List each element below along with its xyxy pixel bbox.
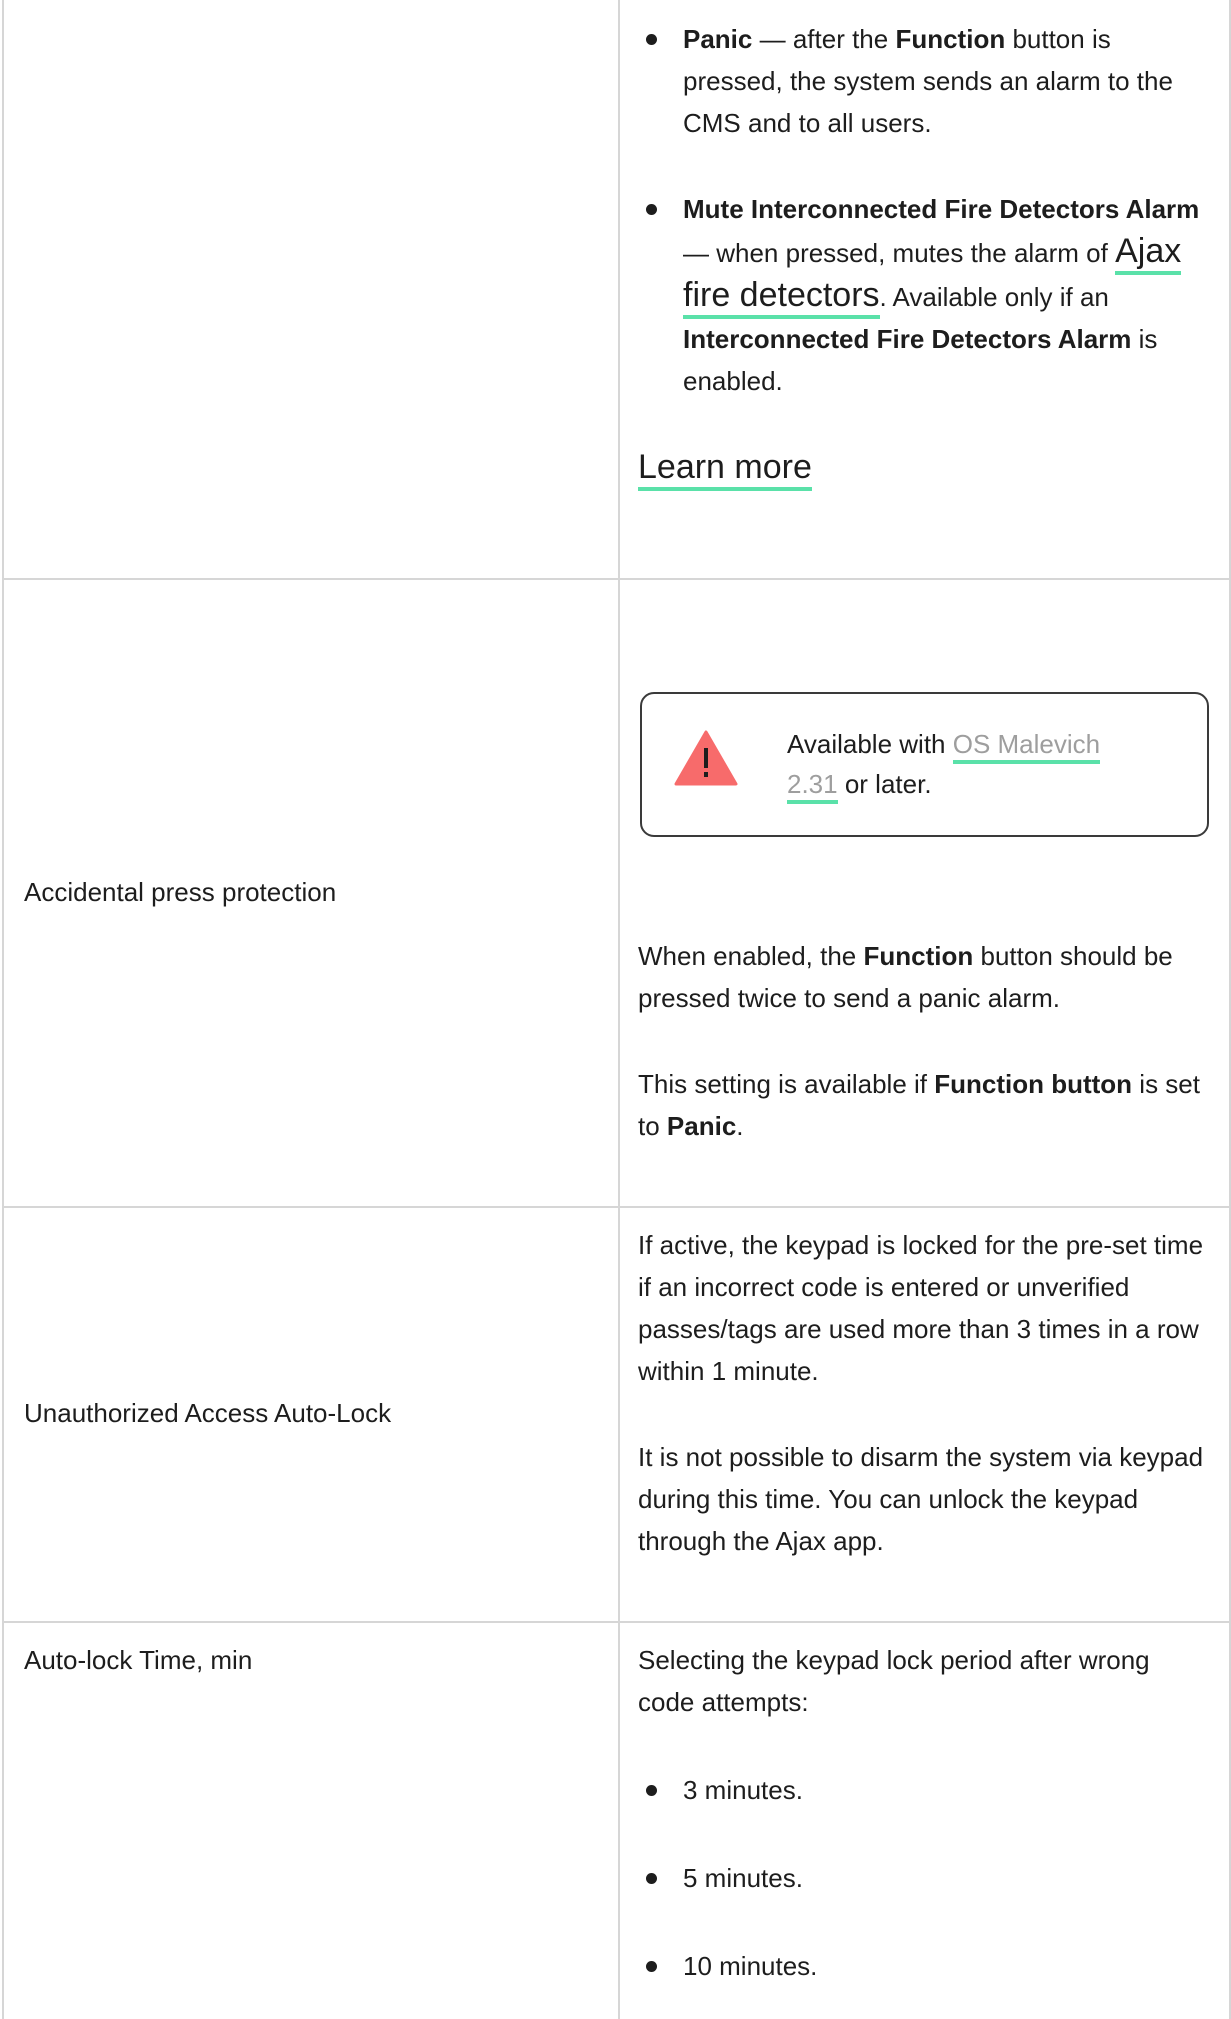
text: When enabled, the <box>638 941 864 971</box>
bold-text: Panic <box>666 1111 737 1141</box>
bold-text: Function <box>863 941 974 971</box>
setting-description: If active, the keypad is locked for the … <box>638 1224 1213 1562</box>
learn-more-link[interactable]: Learn more <box>638 448 812 491</box>
settings-table: Panic — after the Function button is pre… <box>0 0 1231 2019</box>
option-bold-text: Function <box>895 24 1006 54</box>
warning-triangle-icon <box>674 730 738 786</box>
text: This setting is available if <box>638 1069 935 1099</box>
bold-text: Function button <box>934 1069 1133 1099</box>
list-item: Panic — after the Function button is pre… <box>638 18 1213 144</box>
row-divider <box>2 1621 1231 1623</box>
list-item: 3 minutes. <box>638 1769 1213 1811</box>
setting-name: Unauthorized Access Auto-Lock <box>24 1398 392 1428</box>
description-paragraph: It is not possible to disarm the system … <box>638 1442 1204 1556</box>
notice-text: Available with OS Malevich 2.31 or later. <box>787 724 1167 804</box>
row-divider <box>2 578 1231 580</box>
lock-time-options-list: 3 minutes. 5 minutes. 10 minutes. <box>638 1769 1213 1987</box>
setting-description: When enabled, the Function button should… <box>638 935 1213 1147</box>
notice-prefix: Available with <box>787 729 953 759</box>
option-name: Mute Interconnected Fire Detectors Alarm <box>683 194 1200 224</box>
table-border-left <box>2 0 4 2019</box>
function-options-list: Panic — after the Function button is pre… <box>638 18 1213 402</box>
setting-description: Selecting the keypad lock period after w… <box>638 1639 1213 1987</box>
list-item: 10 minutes. <box>638 1945 1213 1987</box>
option-text: — after the <box>752 24 896 54</box>
description-paragraph: Selecting the keypad lock period after w… <box>638 1645 1150 1717</box>
version-notice: Available with OS Malevich 2.31 or later. <box>640 692 1209 837</box>
list-item: Mute Interconnected Fire Detectors Alarm… <box>638 188 1213 402</box>
option-name: Panic <box>683 24 753 54</box>
notice-suffix: or later. <box>837 769 932 799</box>
setting-name: Accidental press protection <box>24 877 337 907</box>
option-text: . Available only if an <box>879 282 1109 312</box>
list-item: 5 minutes. <box>638 1857 1213 1899</box>
option-bold-text: Interconnected Fire Detectors Alarm <box>683 324 1132 354</box>
option-text: — when pressed, mutes the alarm of <box>683 238 1116 268</box>
description-paragraph: When enabled, the Function button should… <box>638 935 1213 1019</box>
os-malevich-link[interactable]: OS Malevich <box>952 729 1101 764</box>
text: . <box>736 1111 744 1141</box>
setting-name: Auto-lock Time, min <box>24 1645 253 1675</box>
os-malevich-version-link[interactable]: 2.31 <box>787 769 838 804</box>
description-paragraph: This setting is available if Function bu… <box>638 1063 1213 1147</box>
row-divider <box>2 1206 1231 1208</box>
table-column-divider <box>618 0 620 2019</box>
description-paragraph: If active, the keypad is locked for the … <box>638 1230 1204 1386</box>
function-button-description: Panic — after the Function button is pre… <box>638 18 1213 491</box>
